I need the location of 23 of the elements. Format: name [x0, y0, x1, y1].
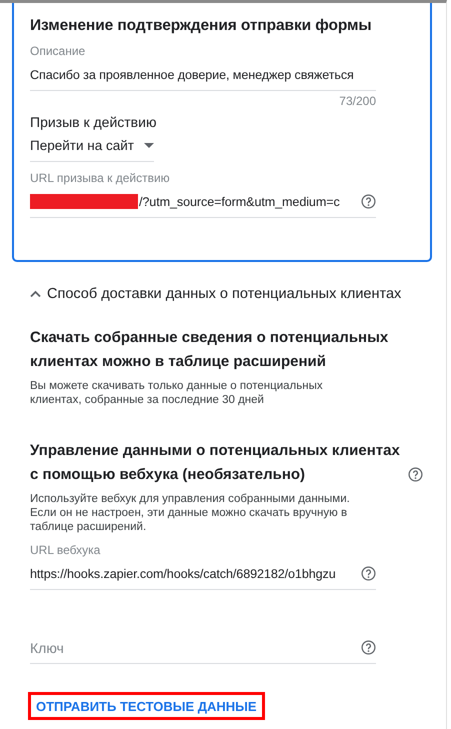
card-title: Изменение подтверждения отправки формы [30, 16, 373, 36]
webhook-url-field[interactable]: https://hooks.zapier.com/hooks/catch/6892182/o1bhgzu [30, 558, 376, 590]
key-field[interactable]: Ключ [30, 640, 361, 656]
description-field[interactable]: Спасибо за проявленное доверие, менеджер свяжеться [30, 59, 376, 91]
character-counter: 73/200 [339, 94, 376, 108]
section-toggle[interactable]: Способ доставки данных о потенциальных клиентах [30, 284, 402, 304]
field-label: Описание [30, 43, 86, 59]
url-field[interactable]: /?utm_source=form&utm_medium=c [30, 186, 376, 218]
help-text: Используйте вебхук для управления собранными данными. Если он не настроен, эти данные можно скачать вручную в таблице расширений. [30, 492, 350, 534]
field-label: URL призыва к действию [30, 170, 171, 186]
send-test-data-button[interactable]: ОТПРАВИТЬ ТЕСТОВЫЕ ДАННЫЕ [28, 692, 265, 720]
help-icon[interactable] [408, 467, 423, 482]
chevron-icon [30, 290, 41, 298]
help-icon[interactable] [361, 640, 376, 655]
section-heading: Управление данными о потенциальных клиентах с помощью вебхука (необязательно) [30, 441, 400, 485]
field-label: URL вебхука [30, 542, 102, 558]
help-text: Вы можете скачивать только данные о потенциальных клиентах, собранные за последние 30 дней [30, 379, 324, 407]
caret-icon [144, 142, 154, 148]
field-label: Призыв к действию [30, 114, 158, 130]
help-icon[interactable] [361, 566, 376, 581]
cta-dropdown[interactable]: Перейти на сайт [30, 130, 154, 162]
help-icon[interactable] [361, 194, 376, 209]
section-heading: Скачать собранные сведения о потенциальных клиентах можно в таблице расширений [30, 328, 390, 372]
